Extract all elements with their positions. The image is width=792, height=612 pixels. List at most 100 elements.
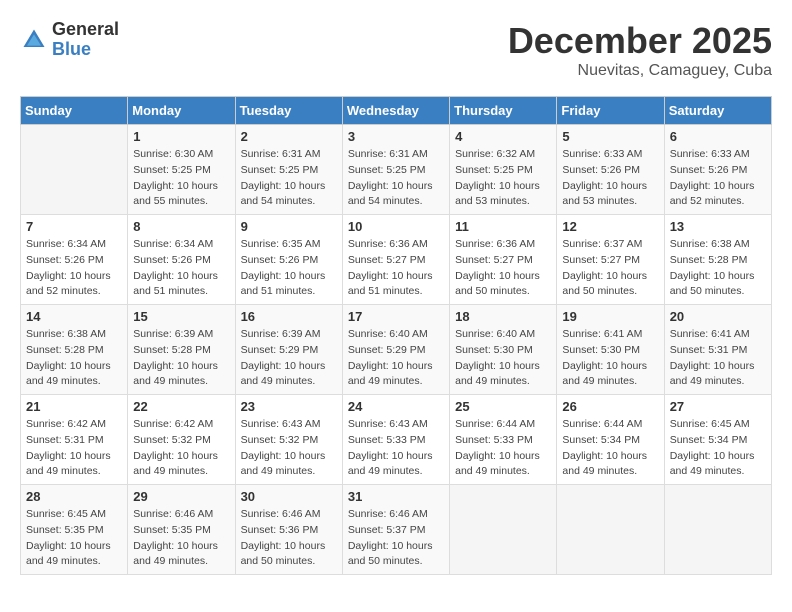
- table-row: 2 Sunrise: 6:31 AMSunset: 5:25 PMDaylight…: [235, 125, 342, 215]
- table-row: 1Sunrise: 6:30 AMSunset: 5:25 PMDaylight…: [128, 125, 235, 215]
- table-row: 17 Sunrise: 6:40 AMSunset: 5:29 PMDayligh…: [342, 305, 449, 395]
- table-row: 6 Sunrise: 6:33 AMSunset: 5:26 PMDaylight…: [664, 125, 771, 215]
- day-info: Sunrise: 6:38 AMSunset: 5:28 PMDaylight:…: [670, 237, 766, 300]
- day-info: Sunrise: 6:46 AMSunset: 5:35 PMDaylight:…: [133, 507, 229, 570]
- calendar-week-row: 14 Sunrise: 6:38 AMSunset: 5:28 PMDayligh…: [21, 305, 772, 395]
- day-number: 15: [133, 309, 229, 324]
- calendar-header: Sunday Monday Tuesday Wednesday Thursday…: [21, 97, 772, 125]
- day-number: 6: [670, 129, 766, 144]
- day-number: 23: [241, 399, 337, 414]
- table-row: 30 Sunrise: 6:46 AMSunset: 5:36 PMDayligh…: [235, 485, 342, 575]
- table-row: 24 Sunrise: 6:43 AMSunset: 5:33 PMDayligh…: [342, 395, 449, 485]
- table-row: 25Sunrise: 6:44 AMSunset: 5:33 PMDayligh…: [450, 395, 557, 485]
- logo-general-text: General: [52, 20, 119, 40]
- table-row: 9 Sunrise: 6:35 AMSunset: 5:26 PMDaylight…: [235, 215, 342, 305]
- day-number: 7: [26, 219, 122, 234]
- header-sunday: Sunday: [21, 97, 128, 125]
- day-info: Sunrise: 6:46 AMSunset: 5:36 PMDaylight:…: [241, 507, 337, 570]
- table-row: 13Sunrise: 6:38 AMSunset: 5:28 PMDayligh…: [664, 215, 771, 305]
- day-info: Sunrise: 6:42 AMSunset: 5:31 PMDaylight:…: [26, 417, 122, 480]
- day-number: 26: [562, 399, 658, 414]
- day-number: 12: [562, 219, 658, 234]
- header-saturday: Saturday: [664, 97, 771, 125]
- day-info: Sunrise: 6:33 AMSunset: 5:26 PMDaylight:…: [562, 147, 658, 210]
- calendar-week-row: 28 Sunrise: 6:45 AMSunset: 5:35 PMDayligh…: [21, 485, 772, 575]
- day-number: 30: [241, 489, 337, 504]
- day-info: Sunrise: 6:43 AMSunset: 5:33 PMDaylight:…: [348, 417, 444, 480]
- table-row: 27Sunrise: 6:45 AMSunset: 5:34 PMDayligh…: [664, 395, 771, 485]
- table-row: 12Sunrise: 6:37 AMSunset: 5:27 PMDayligh…: [557, 215, 664, 305]
- day-info: Sunrise: 6:40 AMSunset: 5:29 PMDaylight:…: [348, 327, 444, 390]
- table-row: 29 Sunrise: 6:46 AMSunset: 5:35 PMDayligh…: [128, 485, 235, 575]
- day-info: Sunrise: 6:31 AMSunset: 5:25 PMDaylight:…: [348, 147, 444, 210]
- table-row: 8 Sunrise: 6:34 AMSunset: 5:26 PMDaylight…: [128, 215, 235, 305]
- day-number: 9: [241, 219, 337, 234]
- table-row: 4 Sunrise: 6:32 AMSunset: 5:25 PMDaylight…: [450, 125, 557, 215]
- table-row: 19 Sunrise: 6:41 AMSunset: 5:30 PMDayligh…: [557, 305, 664, 395]
- table-row: 11 Sunrise: 6:36 AMSunset: 5:27 PMDayligh…: [450, 215, 557, 305]
- day-number: 14: [26, 309, 122, 324]
- day-info: Sunrise: 6:30 AMSunset: 5:25 PMDaylight:…: [133, 147, 229, 210]
- table-row: 3Sunrise: 6:31 AMSunset: 5:25 PMDaylight…: [342, 125, 449, 215]
- day-number: 18: [455, 309, 551, 324]
- month-title: December 2025: [508, 20, 772, 62]
- day-info: Sunrise: 6:34 AMSunset: 5:26 PMDaylight:…: [133, 237, 229, 300]
- day-number: 28: [26, 489, 122, 504]
- day-number: 4: [455, 129, 551, 144]
- calendar-table: Sunday Monday Tuesday Wednesday Thursday…: [20, 96, 772, 575]
- day-info: Sunrise: 6:38 AMSunset: 5:28 PMDaylight:…: [26, 327, 122, 390]
- day-info: Sunrise: 6:35 AMSunset: 5:26 PMDaylight:…: [241, 237, 337, 300]
- table-row: 18 Sunrise: 6:40 AMSunset: 5:30 PMDayligh…: [450, 305, 557, 395]
- calendar-week-row: 21 Sunrise: 6:42 AMSunset: 5:31 PMDayligh…: [21, 395, 772, 485]
- calendar-week-row: 1Sunrise: 6:30 AMSunset: 5:25 PMDaylight…: [21, 125, 772, 215]
- day-number: 21: [26, 399, 122, 414]
- calendar-week-row: 7 Sunrise: 6:34 AMSunset: 5:26 PMDaylight…: [21, 215, 772, 305]
- table-row: 31Sunrise: 6:46 AMSunset: 5:37 PMDayligh…: [342, 485, 449, 575]
- table-row: 20Sunrise: 6:41 AMSunset: 5:31 PMDayligh…: [664, 305, 771, 395]
- day-number: 8: [133, 219, 229, 234]
- day-info: Sunrise: 6:46 AMSunset: 5:37 PMDaylight:…: [348, 507, 444, 570]
- table-row: 26 Sunrise: 6:44 AMSunset: 5:34 PMDayligh…: [557, 395, 664, 485]
- day-number: 10: [348, 219, 444, 234]
- logo: General Blue: [20, 20, 119, 60]
- table-row: 22 Sunrise: 6:42 AMSunset: 5:32 PMDayligh…: [128, 395, 235, 485]
- day-info: Sunrise: 6:45 AMSunset: 5:35 PMDaylight:…: [26, 507, 122, 570]
- day-info: Sunrise: 6:36 AMSunset: 5:27 PMDaylight:…: [348, 237, 444, 300]
- header-row: Sunday Monday Tuesday Wednesday Thursday…: [21, 97, 772, 125]
- location-title: Nuevitas, Camaguey, Cuba: [508, 62, 772, 80]
- day-info: Sunrise: 6:39 AMSunset: 5:28 PMDaylight:…: [133, 327, 229, 390]
- day-info: Sunrise: 6:41 AMSunset: 5:30 PMDaylight:…: [562, 327, 658, 390]
- logo-blue-text: Blue: [52, 40, 119, 60]
- day-number: 11: [455, 219, 551, 234]
- logo-text: General Blue: [52, 20, 119, 60]
- day-info: Sunrise: 6:41 AMSunset: 5:31 PMDaylight:…: [670, 327, 766, 390]
- day-number: 22: [133, 399, 229, 414]
- day-info: Sunrise: 6:44 AMSunset: 5:33 PMDaylight:…: [455, 417, 551, 480]
- day-number: 27: [670, 399, 766, 414]
- day-number: 17: [348, 309, 444, 324]
- day-number: 19: [562, 309, 658, 324]
- day-info: Sunrise: 6:43 AMSunset: 5:32 PMDaylight:…: [241, 417, 337, 480]
- day-number: 29: [133, 489, 229, 504]
- day-info: Sunrise: 6:34 AMSunset: 5:26 PMDaylight:…: [26, 237, 122, 300]
- table-row: 14 Sunrise: 6:38 AMSunset: 5:28 PMDayligh…: [21, 305, 128, 395]
- day-info: Sunrise: 6:44 AMSunset: 5:34 PMDaylight:…: [562, 417, 658, 480]
- page-header: General Blue December 2025 Nuevitas, Cam…: [20, 20, 772, 80]
- day-info: Sunrise: 6:40 AMSunset: 5:30 PMDaylight:…: [455, 327, 551, 390]
- table-row: [664, 485, 771, 575]
- table-row: 28 Sunrise: 6:45 AMSunset: 5:35 PMDayligh…: [21, 485, 128, 575]
- table-row: [21, 125, 128, 215]
- day-info: Sunrise: 6:33 AMSunset: 5:26 PMDaylight:…: [670, 147, 766, 210]
- logo-icon: [20, 26, 48, 54]
- day-info: Sunrise: 6:31 AMSunset: 5:25 PMDaylight:…: [241, 147, 337, 210]
- day-info: Sunrise: 6:42 AMSunset: 5:32 PMDaylight:…: [133, 417, 229, 480]
- calendar-body: 1Sunrise: 6:30 AMSunset: 5:25 PMDaylight…: [21, 125, 772, 575]
- day-info: Sunrise: 6:32 AMSunset: 5:25 PMDaylight:…: [455, 147, 551, 210]
- table-row: 21 Sunrise: 6:42 AMSunset: 5:31 PMDayligh…: [21, 395, 128, 485]
- day-info: Sunrise: 6:36 AMSunset: 5:27 PMDaylight:…: [455, 237, 551, 300]
- day-number: 24: [348, 399, 444, 414]
- table-row: 5Sunrise: 6:33 AMSunset: 5:26 PMDaylight…: [557, 125, 664, 215]
- day-number: 16: [241, 309, 337, 324]
- table-row: 10 Sunrise: 6:36 AMSunset: 5:27 PMDayligh…: [342, 215, 449, 305]
- day-number: 2: [241, 129, 337, 144]
